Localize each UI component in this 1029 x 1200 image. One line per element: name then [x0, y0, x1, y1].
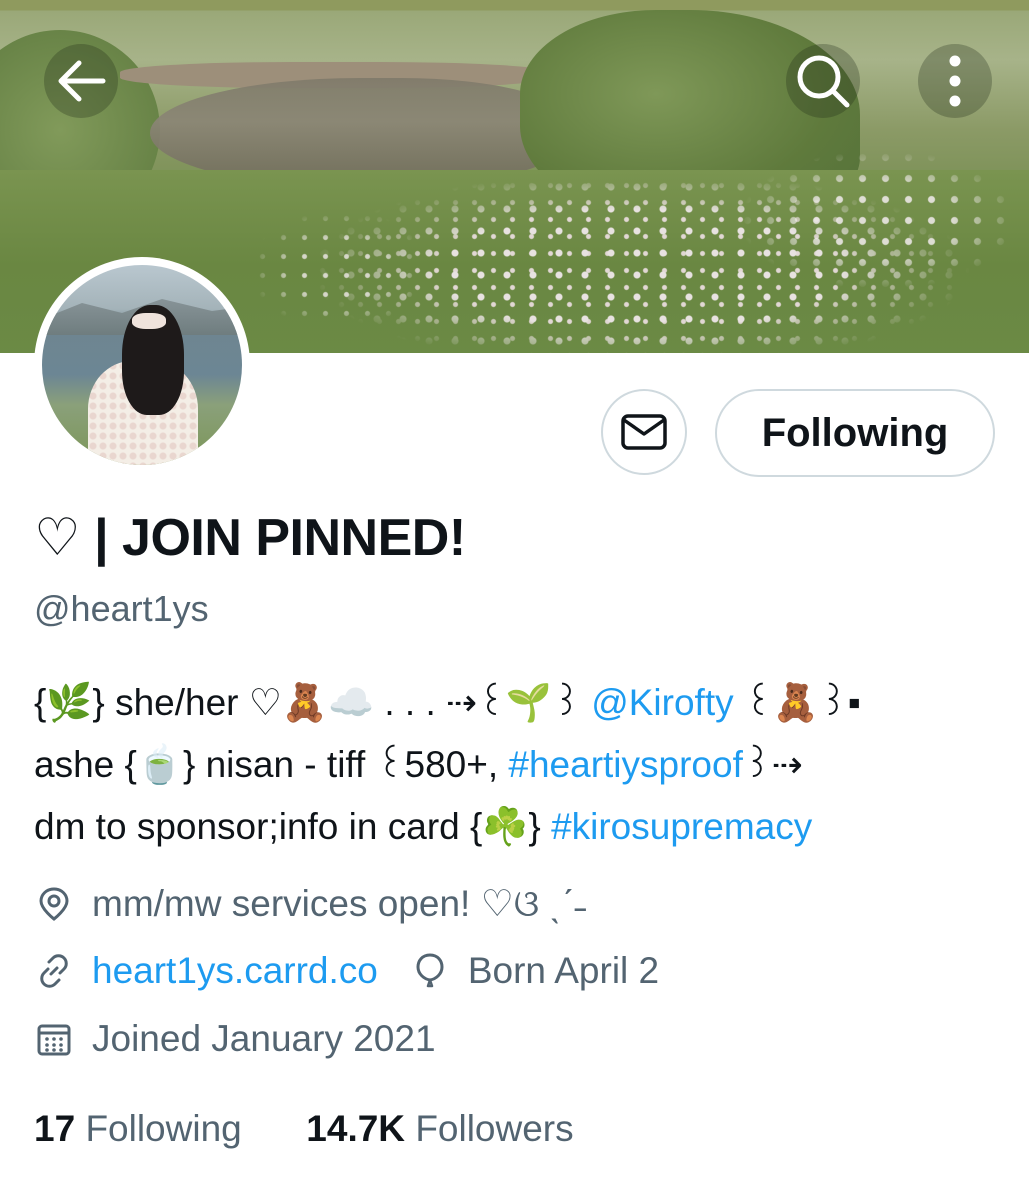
location-row: mm/mw services open! ♡ଓ ˎˊ˗ [34, 882, 587, 926]
following-stat[interactable]: 17 Following [34, 1108, 252, 1149]
website-birthday-row: heart1ys.carrd.co Born April 2 [34, 950, 659, 992]
avatar[interactable] [34, 257, 250, 473]
hashtag-link[interactable]: #heartiysproof [508, 744, 742, 785]
followers-label: Followers [415, 1108, 574, 1149]
bio-text: ashe {🍵} nisan - tiff ꒰580+, [34, 744, 499, 785]
birthday-text: Born April 2 [467, 950, 660, 991]
joined-text: Joined January 2021 [92, 1018, 436, 1059]
bio-text: ꒱⇢ [742, 744, 803, 785]
avatar-bow [132, 313, 166, 329]
following-label: Following [85, 1108, 242, 1149]
bio-text: ꒰🧸꒱▪ [743, 682, 861, 723]
search-button[interactable] [786, 44, 860, 118]
avatar-image [42, 265, 242, 465]
bio-line: ashe {🍵} nisan - tiff ꒰580+, #heartiyspr… [34, 734, 994, 796]
followers-count: 14.7K [306, 1108, 406, 1149]
bio-text: {🌿} she/her ♡🧸☁️ . . . ⇢꒰🌱꒱ [34, 682, 581, 723]
balloon-icon [410, 953, 450, 989]
mention-link[interactable]: @Kirofty [591, 682, 733, 723]
bio-line: dm to sponsor;info in card {☘️} #kirosup… [34, 796, 994, 858]
calendar-icon [34, 1022, 74, 1056]
joined-row: Joined January 2021 [34, 1018, 436, 1060]
search-icon [797, 55, 850, 108]
hashtag-link[interactable]: #kirosupremacy [551, 806, 812, 847]
following-count: 17 [34, 1108, 76, 1149]
link-icon [34, 954, 74, 988]
arrow-left-icon [58, 60, 106, 102]
envelope-icon [621, 414, 667, 450]
profile-bio: {🌿} she/her ♡🧸☁️ . . . ⇢꒰🌱꒱ @Kirofty ꒰🧸꒱… [34, 672, 994, 858]
location-pin-icon [34, 887, 74, 921]
user-handle: @heart1ys [34, 588, 209, 629]
followers-stat[interactable]: 14.7K Followers [306, 1108, 573, 1149]
website-link[interactable]: heart1ys.carrd.co [92, 950, 378, 992]
display-name: ♡ | JOIN PINNED! [34, 509, 466, 567]
follow-stats: 17 Following 14.7K Followers [34, 1108, 574, 1150]
bio-text: dm to sponsor;info in card {☘️} [34, 806, 541, 847]
bio-line: {🌿} she/her ♡🧸☁️ . . . ⇢꒰🌱꒱ @Kirofty ꒰🧸꒱… [34, 672, 994, 734]
more-vertical-icon [949, 55, 961, 107]
location-text: mm/mw services open! ♡ଓ ˎˊ˗ [92, 883, 587, 924]
following-button[interactable]: Following [715, 389, 995, 477]
message-button[interactable] [601, 389, 687, 475]
back-button[interactable] [44, 44, 118, 118]
more-options-button[interactable] [918, 44, 992, 118]
